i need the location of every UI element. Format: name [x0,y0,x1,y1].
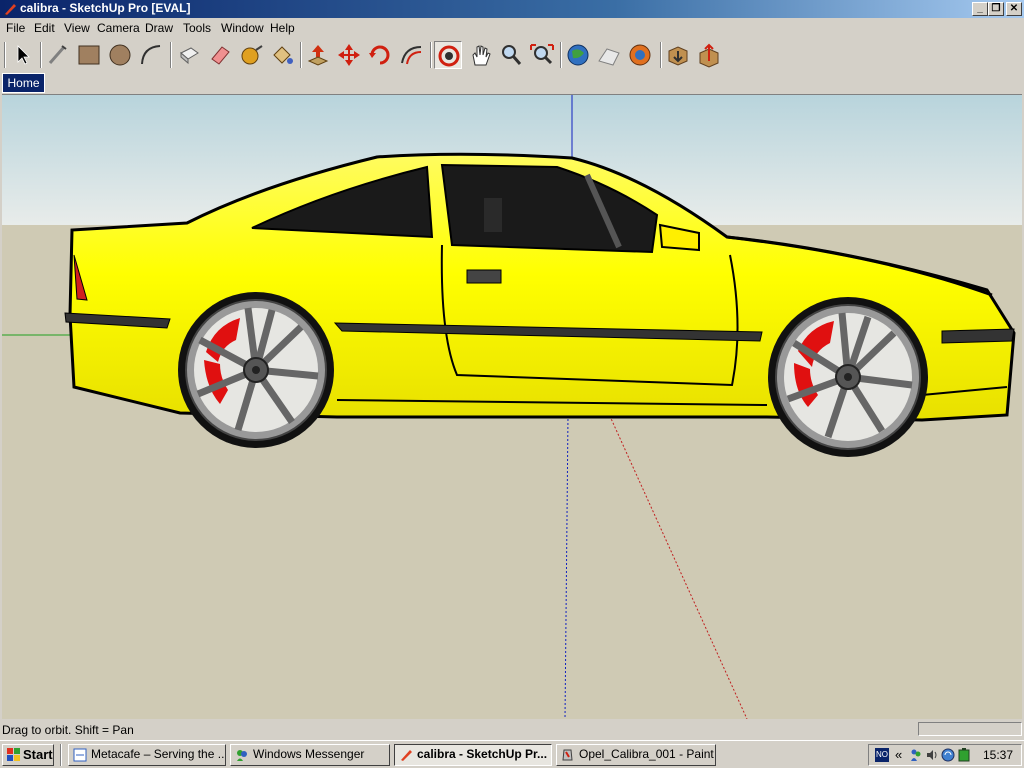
make-component-icon[interactable] [175,41,203,69]
battery-icon[interactable] [957,748,971,762]
menu-file[interactable]: File [6,21,25,35]
volume-icon[interactable] [925,748,939,762]
toggle-terrain-icon[interactable] [595,41,623,69]
menu-edit[interactable]: Edit [34,21,55,35]
window-title: calibra - SketchUp Pro [EVAL] [20,1,191,15]
title-bar[interactable]: calibra - SketchUp Pro [EVAL] _ ❐ ✕ [0,0,1024,18]
messenger-icon [235,748,249,762]
task-label: calibra - SketchUp Pr... [417,747,548,761]
language-indicator[interactable]: NO [875,748,889,762]
paint-bucket-icon[interactable] [268,41,296,69]
measurements-box[interactable] [918,722,1022,736]
task-metacafe[interactable]: Metacafe – Serving the ... [68,744,226,766]
minimize-button[interactable]: _ [972,2,988,16]
menu-camera[interactable]: Camera [97,21,140,35]
add-location-icon[interactable] [564,41,592,69]
scene-tabs: Home [0,72,1024,94]
toolbar [0,38,1024,73]
toolbar-separator [430,42,432,68]
menu-view[interactable]: View [64,21,90,35]
start-button[interactable]: Start [2,744,54,766]
menu-window[interactable]: Window [221,21,264,35]
windows-taskbar: Start Metacafe – Serving the ... Windows… [0,740,1024,768]
circle-tool-icon[interactable] [106,41,134,69]
task-label: Windows Messenger [253,747,365,761]
orbit-tool-icon[interactable] [434,41,462,69]
task-label: Opel_Calibra_001 - Paint [579,747,714,761]
show-hidden-icons-icon[interactable]: « [895,747,902,762]
select-tool-icon[interactable] [8,41,36,69]
task-label: Metacafe – Serving the ... [91,747,226,761]
toolbar-separator [660,42,662,68]
zoom-tool-icon[interactable] [497,41,525,69]
push-pull-icon[interactable] [304,41,332,69]
task-windows-messenger[interactable]: Windows Messenger [230,744,390,766]
status-text: Drag to orbit. Shift = Pan [2,723,134,737]
task-paint[interactable]: Opel_Calibra_001 - Paint [556,744,716,766]
paint-icon [561,748,575,762]
browser-icon [73,748,87,762]
share-model-icon[interactable] [695,41,723,69]
start-label: Start [23,747,53,762]
menu-help[interactable]: Help [270,21,295,35]
rotate-tool-icon[interactable] [366,41,394,69]
drawing-viewport[interactable] [2,94,1022,719]
windows-logo-icon [7,748,21,762]
toolbar-separator [300,42,302,68]
line-tool-icon[interactable] [44,41,72,69]
move-tool-icon[interactable] [335,41,363,69]
front-wheel [768,297,928,457]
sketchup-icon [399,748,413,762]
sketchup-app-icon [3,2,17,16]
toolbar-grip[interactable] [4,42,6,68]
zoom-extents-icon[interactable] [528,41,556,69]
taskbar-separator [60,744,62,766]
rear-wheel [178,292,334,448]
restore-button[interactable]: ❐ [988,2,1004,16]
tape-measure-icon[interactable] [237,41,265,69]
menu-draw[interactable]: Draw [145,21,173,35]
toolbar-separator [560,42,562,68]
sync-icon[interactable] [941,748,955,762]
toolbar-separator [40,42,42,68]
toolbar-separator [170,42,172,68]
network-icon[interactable] [909,748,923,762]
close-button[interactable]: ✕ [1006,2,1022,16]
task-sketchup[interactable]: calibra - SketchUp Pr... [394,744,552,766]
get-photo-textures-icon[interactable] [626,41,654,69]
rectangle-tool-icon[interactable] [75,41,103,69]
offset-tool-icon[interactable] [397,41,425,69]
menu-tools[interactable]: Tools [183,21,211,35]
model-view [2,95,1022,719]
arc-tool-icon[interactable] [137,41,165,69]
get-models-icon[interactable] [664,41,692,69]
system-tray: NO « 15:37 [868,744,1022,766]
scene-tab-home[interactable]: Home [2,73,45,93]
clock[interactable]: 15:37 [983,748,1013,762]
menu-bar: File Edit View Camera Draw Tools Window … [0,18,1024,38]
eraser-tool-icon[interactable] [206,41,234,69]
status-bar: Drag to orbit. Shift = Pan [0,720,1024,740]
pan-tool-icon[interactable] [466,41,494,69]
